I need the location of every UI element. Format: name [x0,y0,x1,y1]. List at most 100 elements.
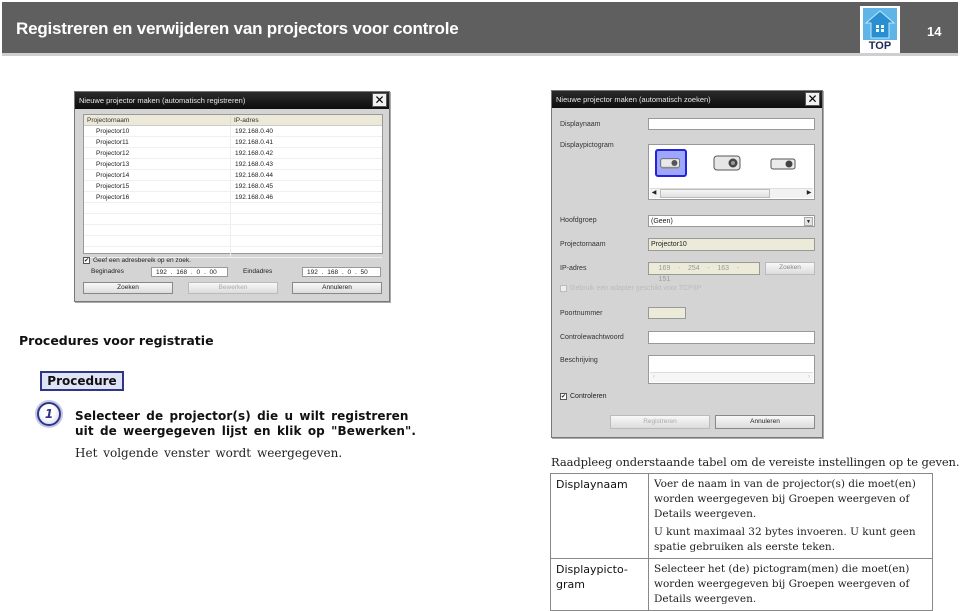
display-name-label: Displaynaam [560,121,601,128]
ip-search-button[interactable]: Zoeken [765,262,815,275]
password-input[interactable] [648,331,815,344]
cancel-button[interactable]: Annuleren [292,282,382,294]
list-item[interactable]: Projector10 192.168.0.40 [84,126,382,137]
list-item[interactable]: Projector13 192.168.0.43 [84,159,382,170]
home-icon [863,8,897,40]
display-name-input[interactable] [648,118,815,130]
scroll-left-icon[interactable]: ‹ [650,373,658,382]
list-item[interactable]: Projector12 192.168.0.42 [84,148,382,159]
step-number-icon: 1 [37,402,61,426]
control-checkbox-label: Controleren [570,393,607,400]
port-label: Poortnummer [560,310,603,317]
ip-address-field[interactable]: 169-254-163 -151 [648,262,760,283]
page-number: 14 [927,24,942,39]
scroll-thumb[interactable] [660,189,770,198]
chevron-down-icon[interactable]: ▼ [804,217,813,226]
setting-description-cell: Voer de naam in van de projector(s) die … [648,473,933,559]
projector-list[interactable]: Projectornaam IP-adres Projector10 192.16… [83,114,383,258]
scroll-left-icon[interactable]: ◀ [650,189,658,198]
display-icon-label: Displaypictogram [560,142,614,149]
projector-ip: 192.168.0.44 [235,172,273,179]
scroll-right-icon[interactable]: ▶ [805,189,813,198]
search-dialog: Nieuwe projector maken (automatisch zoek… [551,90,823,438]
list-item[interactable]: Projector14 192.168.0.44 [84,170,382,181]
projector-name: Projector15 [84,181,231,191]
list-item[interactable]: Projector11 192.168.0.41 [84,137,382,148]
empty-list-row [84,214,382,225]
top-label: TOP [868,40,892,52]
icon-picker[interactable]: ◀ ▶ [648,144,815,200]
projector-name: Projector10 [84,126,231,136]
close-icon[interactable]: ✕ [805,92,820,106]
projector-icon-selected[interactable] [655,149,687,177]
projector-name: Projector16 [84,192,231,202]
port-input[interactable] [648,307,686,319]
ip-segment-1: 169 [658,265,671,272]
projector-icon-large[interactable] [711,149,743,177]
projector-name: Projector14 [84,170,231,180]
end-address-field[interactable]: 192 . 168 . 0 . 50 [302,267,381,277]
register-button[interactable]: Registreren [610,415,710,429]
adapter-checkbox-label: Gebruik een adapter geschikt voor TCP/IP [570,285,702,292]
scroll-right-icon[interactable]: › [805,373,813,382]
control-checkbox-row[interactable]: ✔ Controleren [560,393,607,400]
password-label: Controlewachtwoord [560,334,624,341]
projector-name: Projector12 [84,148,231,158]
start-address-label: Beginadres [91,268,124,275]
empty-list-row [84,203,382,214]
control-checkbox[interactable]: ✔ [560,393,567,400]
list-header: Projectornaam IP-adres [84,115,382,126]
projector-icon-small[interactable] [767,149,799,177]
projector-name: Projector11 [84,137,231,147]
adapter-checkbox[interactable] [560,285,567,292]
table-row: Displaynaam Voer de naam in van de projec… [550,473,933,559]
column-header-ip[interactable]: IP-adres [231,115,259,125]
description-label: Beschrijving [560,357,598,364]
description-scrollbar[interactable]: ‹ › [650,372,813,382]
adapter-checkbox-row[interactable]: Gebruik een adapter geschikt voor TCP/IP [560,285,701,292]
empty-list-row [84,236,382,247]
search-button[interactable]: Zoeken [83,282,173,294]
dialog-titlebar: Nieuwe projector maken (automatisch regi… [75,92,389,109]
projector-name-label: Projectornaam [560,241,606,248]
projector-name-input[interactable]: Projector10 [648,238,815,251]
main-group-select[interactable]: (Geen) ▼ [648,215,815,227]
register-dialog: Nieuwe projector maken (automatisch regi… [74,91,390,302]
setting-name: Displaypicto-gram [550,558,649,611]
column-header-name[interactable]: Projectornaam [84,115,231,125]
main-group-label: Hoofdgroep [560,217,597,224]
top-button[interactable]: TOP [860,6,900,53]
page-header: Registreren en verwijderen van projector… [2,2,958,56]
projector-ip: 192.168.0.43 [235,161,273,168]
page-title: Registreren en verwijderen van projector… [16,19,459,38]
projector-ip: 192.168.0.42 [235,150,273,157]
ip-segment-2: 254 [688,265,700,272]
ip-segment-3: 163 [717,265,730,272]
cancel-button[interactable]: Annuleren [715,415,815,429]
range-checkbox-row[interactable]: ✔ Geef een adresbereik op en zoek. [83,257,191,264]
projector-ip: 192.168.0.45 [235,183,273,190]
projector-name: Projector13 [84,159,231,169]
main-group-value: (Geen) [651,218,673,225]
edit-button[interactable]: Bewerken [188,282,278,294]
end-address-label: Eindadres [243,268,273,275]
range-checkbox[interactable]: ✔ [83,257,90,264]
section-title: Procedures voor registratie [19,333,214,348]
close-icon[interactable]: ✕ [372,93,387,107]
list-item[interactable]: Projector16 192.168.0.46 [84,192,382,203]
list-item[interactable]: Projector15 192.168.0.45 [84,181,382,192]
table-intro: Raadpleeg onderstaande tabel om de verei… [551,455,960,469]
step-result: Het volgende venster wordt weergegeven. [75,446,343,460]
projector-ip: 192.168.0.41 [235,139,273,146]
setting-name: Displaynaam [550,473,649,559]
icon-scrollbar[interactable]: ◀ ▶ [650,188,813,198]
step-instruction: Selecteer de projector(s) die u wilt reg… [75,409,417,438]
setting-description-cell: Selecteer het (de) pictogram(men) die mo… [648,558,933,611]
procedure-badge: Procedure [40,371,124,391]
projector-ip: 192.168.0.46 [235,194,273,201]
empty-list-row [84,225,382,236]
table-row: Displaypicto-gram Selecteer het (de) pict… [550,558,933,611]
start-address-field[interactable]: 192 . 168 . 0 . 00 [151,267,228,277]
description-input[interactable]: ‹ › [648,355,815,384]
ip-segment-4: 151 [658,276,671,283]
